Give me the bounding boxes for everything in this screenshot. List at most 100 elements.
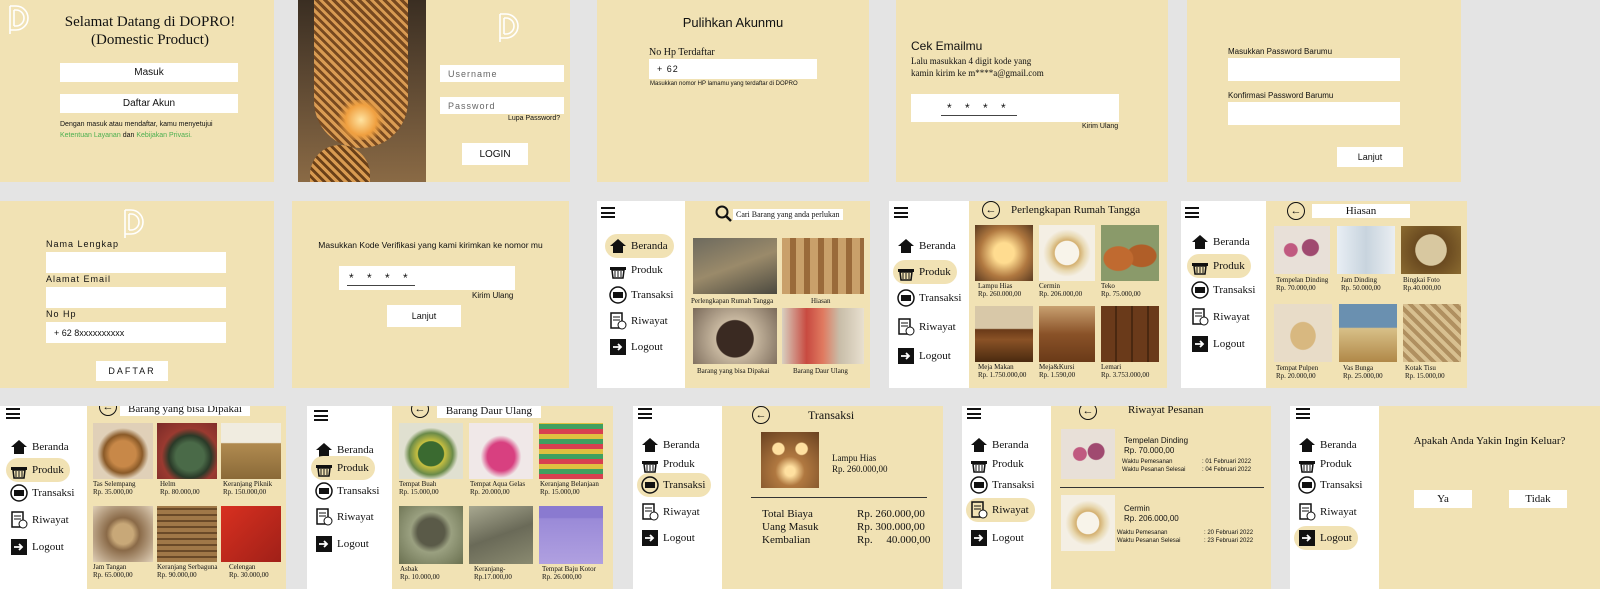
- verification-lanjut-button[interactable]: Lanjut: [387, 305, 461, 327]
- terms-link[interactable]: Ketentuan Layanan: [60, 132, 121, 139]
- back-arrow-icon[interactable]: ←: [1079, 406, 1097, 420]
- nav-produk[interactable]: Produk: [1187, 254, 1251, 278]
- product-image[interactable]: [1337, 226, 1395, 274]
- product-image[interactable]: [1101, 225, 1159, 281]
- product-image[interactable]: [1339, 304, 1397, 362]
- product-caption[interactable]: Tempelan Dinding Rp. 70.000,00: [1276, 276, 1328, 293]
- forgot-password-link[interactable]: Lupa Password?: [508, 115, 560, 122]
- product-caption[interactable]: Jam Tangan Rp. 65.000,00: [93, 563, 133, 580]
- yes-button[interactable]: Ya: [1414, 490, 1472, 508]
- lanjut-button[interactable]: Lanjut: [1337, 147, 1403, 167]
- back-arrow-icon[interactable]: ←: [411, 406, 429, 418]
- new-password-input[interactable]: [1228, 58, 1400, 81]
- menu-icon[interactable]: [314, 410, 328, 421]
- nav-transaksi[interactable]: Transaksi: [605, 283, 679, 307]
- phone-input[interactable]: + 62: [649, 59, 817, 79]
- product-image[interactable]: [1274, 304, 1332, 362]
- nav-beranda[interactable]: Beranda: [6, 435, 75, 459]
- nav-transaksi[interactable]: Transaksi: [1187, 278, 1261, 302]
- nav-logout[interactable]: Logout: [637, 526, 701, 550]
- code-input[interactable]: * * * *: [911, 94, 1119, 122]
- menu-icon[interactable]: [6, 408, 20, 419]
- product-caption[interactable]: Keranjang- Rp.17.000,00: [474, 565, 512, 582]
- privacy-link[interactable]: Kebijakan Privasi.: [136, 132, 192, 139]
- cat-dipakai-label[interactable]: Barang yang bisa Dipakai: [697, 367, 770, 375]
- back-arrow-icon[interactable]: ←: [99, 406, 117, 416]
- back-arrow-icon[interactable]: ←: [982, 201, 1000, 219]
- product-caption[interactable]: Teko Rp. 75.000,00: [1101, 282, 1141, 299]
- product-caption[interactable]: Lampu Hias Rp. 260.000,00: [978, 282, 1021, 299]
- login-button[interactable]: LOGIN: [462, 143, 528, 165]
- nav-produk[interactable]: Produk: [6, 458, 70, 482]
- back-arrow-icon[interactable]: ←: [1287, 202, 1305, 220]
- no-button[interactable]: Tidak: [1509, 490, 1567, 508]
- menu-icon[interactable]: [1185, 207, 1199, 218]
- nav-logout[interactable]: Logout: [966, 526, 1030, 550]
- product-image[interactable]: [221, 423, 281, 479]
- nav-produk[interactable]: Produk: [605, 258, 669, 282]
- product-image[interactable]: [157, 506, 217, 562]
- cat-dipakai-image[interactable]: [693, 308, 777, 364]
- username-input[interactable]: Username: [440, 65, 564, 82]
- hp-input[interactable]: + 62 8xxxxxxxxxx: [46, 322, 226, 343]
- nav-riwayat[interactable]: Riwayat: [637, 500, 706, 524]
- product-image[interactable]: [1274, 226, 1330, 274]
- order-image[interactable]: [1061, 495, 1115, 551]
- menu-icon[interactable]: [638, 408, 652, 419]
- menu-icon[interactable]: [967, 408, 981, 419]
- product-caption[interactable]: Lemari Rp. 3.753.000,00: [1101, 363, 1149, 380]
- nav-produk[interactable]: Produk: [893, 260, 957, 284]
- product-image[interactable]: [469, 506, 533, 564]
- nav-riwayat[interactable]: Riwayat: [605, 309, 674, 333]
- product-image[interactable]: [399, 506, 463, 564]
- cat-hiasan-label[interactable]: Hiasan: [811, 297, 830, 305]
- product-caption[interactable]: Kotak Tisu Rp. 15.000,00: [1405, 364, 1445, 381]
- product-caption[interactable]: Keranjang Piknik Rp. 150.000,00: [223, 480, 272, 497]
- product-caption[interactable]: Tas Selempang Rp. 35.000,00: [93, 480, 135, 497]
- product-image[interactable]: [157, 423, 217, 479]
- nav-riwayat[interactable]: Riwayat: [1187, 305, 1256, 329]
- product-caption[interactable]: Keranjang Serbaguna Rp. 90.000,00: [157, 563, 217, 580]
- confirm-password-input[interactable]: [1228, 102, 1400, 125]
- nav-riwayat[interactable]: Riwayat: [1294, 500, 1363, 524]
- nav-riwayat[interactable]: Riwayat: [966, 498, 1035, 522]
- nav-transaksi[interactable]: Transaksi: [893, 286, 967, 310]
- nav-transaksi[interactable]: Transaksi: [311, 479, 385, 503]
- masuk-button[interactable]: Masuk: [60, 63, 238, 82]
- product-image[interactable]: [539, 423, 603, 479]
- nav-logout[interactable]: Logout: [1294, 526, 1358, 550]
- menu-icon[interactable]: [601, 207, 615, 218]
- cat-hiasan-image[interactable]: [782, 238, 864, 294]
- password-input[interactable]: Password: [440, 97, 564, 114]
- verification-code-input[interactable]: * * * *: [339, 266, 515, 290]
- product-caption[interactable]: Vas Bunga Rp. 25.000,00: [1343, 364, 1383, 381]
- email-input[interactable]: [46, 287, 226, 308]
- daftar-akun-button[interactable]: Daftar Akun: [60, 94, 238, 113]
- product-image[interactable]: [221, 506, 281, 562]
- search-input[interactable]: Cari Barang yang anda perlukan: [733, 209, 843, 220]
- order-image[interactable]: [1061, 429, 1115, 479]
- back-arrow-icon[interactable]: ←: [752, 406, 770, 424]
- product-image[interactable]: [469, 423, 533, 479]
- nav-transaksi[interactable]: Transaksi: [637, 473, 712, 497]
- product-caption[interactable]: Meja&Kursi Rp. 1.590,00: [1039, 363, 1075, 380]
- product-caption[interactable]: Celengan Rp. 30.000,00: [229, 563, 269, 580]
- product-image[interactable]: [975, 225, 1033, 281]
- product-caption[interactable]: Jam Dinding Rp. 50.000,00: [1341, 276, 1381, 293]
- product-image[interactable]: [399, 423, 463, 479]
- nama-input[interactable]: [46, 252, 226, 273]
- product-image[interactable]: [975, 306, 1033, 362]
- nav-beranda[interactable]: Beranda: [605, 234, 674, 258]
- nav-logout[interactable]: Logout: [6, 535, 70, 559]
- nav-transaksi[interactable]: Transaksi: [6, 481, 80, 505]
- product-caption[interactable]: Tempat Aqua Gelas Rp. 20.000,00: [470, 480, 525, 497]
- product-caption[interactable]: Bingkai Foto Rp.40.000,00: [1403, 276, 1441, 293]
- product-image[interactable]: [1101, 306, 1159, 362]
- cat-daur-ulang-label[interactable]: Barang Daur Ulang: [793, 367, 848, 375]
- daftar-button[interactable]: DAFTAR: [96, 361, 168, 381]
- nav-beranda[interactable]: Beranda: [1187, 230, 1256, 254]
- nav-logout[interactable]: Logout: [893, 344, 957, 368]
- nav-riwayat[interactable]: Riwayat: [6, 508, 75, 532]
- menu-icon[interactable]: [1296, 408, 1310, 419]
- cat-daur-ulang-image[interactable]: [782, 308, 864, 364]
